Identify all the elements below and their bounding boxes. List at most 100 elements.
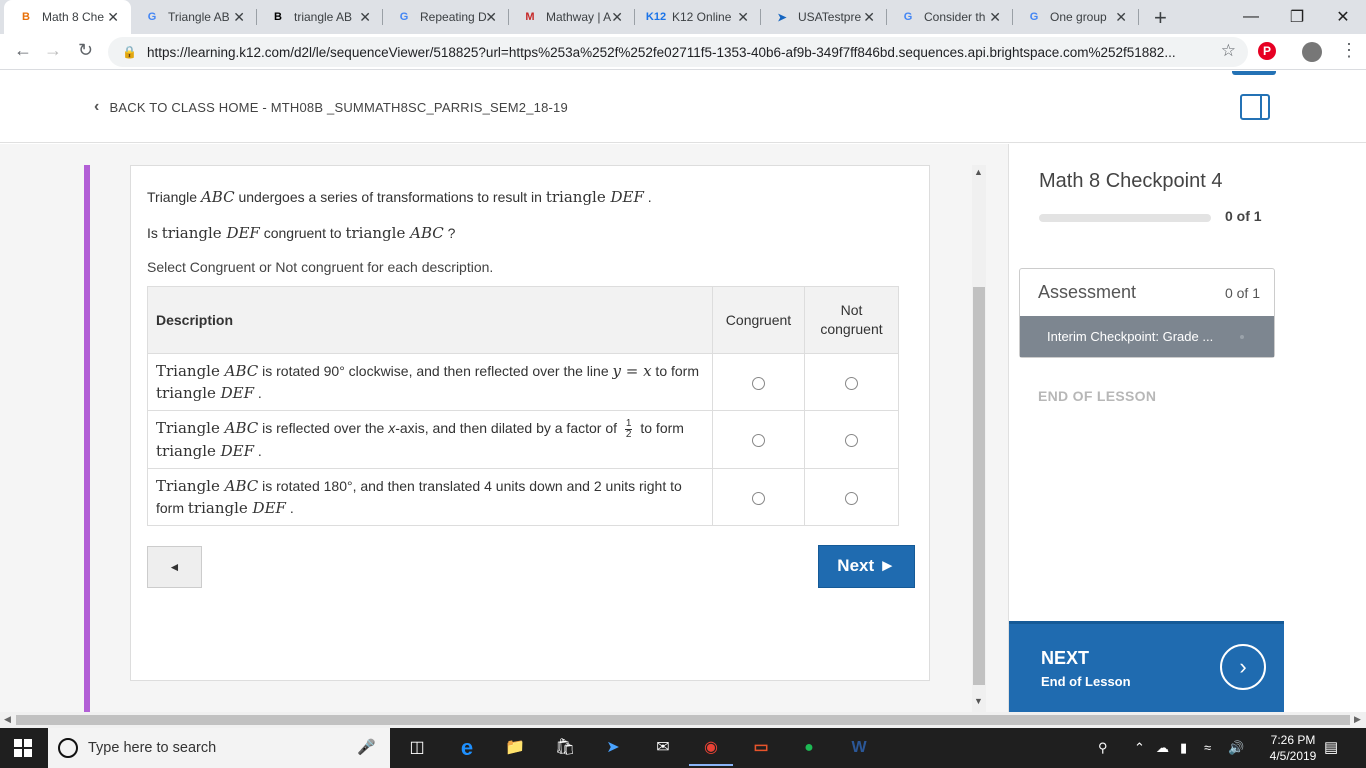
tab-title: Math 8 Che — [42, 10, 105, 24]
browser-tab[interactable]: M Mathway | A ✕ — [508, 0, 635, 34]
browser-tab[interactable]: G Consider th ✕ — [886, 0, 1013, 34]
microphone-icon[interactable]: 🎤 — [357, 738, 376, 756]
tab-separator — [1138, 9, 1139, 25]
previous-button[interactable]: ◄ — [147, 546, 202, 588]
brightspace-icon: B — [22, 11, 30, 23]
restore-button[interactable]: ❐ — [1274, 0, 1320, 34]
search-placeholder: Type here to search — [88, 740, 217, 756]
forward-arrow-icon[interactable]: → — [44, 40, 62, 61]
scroll-left-arrow-icon[interactable]: ◀ — [4, 714, 11, 725]
reload-icon[interactable]: ↻ — [78, 40, 93, 61]
chrome-icon[interactable]: ◉ — [689, 736, 733, 766]
cortana-icon — [58, 738, 78, 758]
bookmark-star-icon[interactable]: ☆ — [1221, 41, 1236, 61]
google-icon: G — [399, 11, 409, 23]
close-tab-icon[interactable]: ✕ — [863, 9, 875, 26]
browser-tab[interactable]: G One group ✕ — [1012, 0, 1139, 34]
radio-not-congruent-row3[interactable] — [845, 491, 858, 505]
lock-icon: 🔒 — [122, 45, 137, 59]
profile-avatar[interactable] — [1302, 42, 1322, 62]
power-automate-icon[interactable]: ➤ — [600, 736, 626, 760]
radio-congruent-row2[interactable] — [752, 434, 765, 448]
windows-start-icon[interactable] — [14, 739, 32, 757]
radio-not-congruent-row1[interactable] — [845, 376, 858, 390]
office-icon[interactable]: ▭ — [748, 736, 774, 760]
browser-tab[interactable]: ➤ USATestpre ✕ — [760, 0, 887, 34]
close-tab-icon[interactable]: ✕ — [737, 9, 749, 26]
content-scroll-thumb[interactable] — [973, 287, 985, 685]
assessment-item-interim-checkpoint[interactable]: Interim Checkpoint: Grade ... — [1020, 316, 1274, 357]
k12-icon: K12 — [645, 11, 667, 23]
new-tab-button[interactable]: + — [1154, 5, 1167, 31]
onedrive-icon[interactable]: ☁ — [1156, 740, 1169, 756]
chevron-right-circle-icon: › — [1220, 644, 1266, 690]
system-clock[interactable]: 7:26 PM 4/5/2019 — [1268, 732, 1318, 764]
windows-taskbar: Type here to search 🎤 ◫ e 📁 🛍 ➤ ✉ ◉ ▭ ● … — [0, 728, 1366, 768]
table-header-row: Description Congruent Not congruent — [147, 286, 899, 354]
next-end-of-lesson-button[interactable]: NEXT End of Lesson › — [1009, 621, 1284, 712]
close-tab-icon[interactable]: ✕ — [107, 9, 119, 26]
panel-toggle-icon[interactable] — [1240, 94, 1270, 120]
close-tab-icon[interactable]: ✕ — [359, 9, 371, 26]
close-tab-icon[interactable]: ✕ — [989, 9, 1001, 26]
task-view-icon[interactable]: ◫ — [404, 736, 430, 760]
address-bar[interactable]: 🔒 https://learning.k12.com/d2l/le/sequen… — [108, 37, 1248, 67]
question-subprompt: Is triangle DEF congruent to triangle AB… — [147, 224, 456, 242]
back-arrow-icon[interactable]: ← — [14, 40, 32, 61]
horizontal-scroll-thumb[interactable] — [16, 715, 1350, 725]
minimize-button[interactable]: — — [1228, 0, 1274, 34]
next-button[interactable]: Next ► — [818, 545, 915, 588]
tab-title: Repeating D — [420, 10, 487, 24]
close-tab-icon[interactable]: ✕ — [233, 9, 245, 26]
close-tab-icon[interactable]: ✕ — [1115, 9, 1127, 26]
lesson-sidebar: Math 8 Checkpoint 4 0 of 1 Assessment 0 … — [1008, 144, 1366, 712]
tab-title: triangle AB — [294, 10, 353, 24]
scroll-down-arrow-icon[interactable]: ▼ — [974, 696, 983, 706]
radio-congruent-row3[interactable] — [752, 491, 765, 505]
spotify-icon[interactable]: ● — [796, 736, 822, 760]
mathway-icon: M — [525, 11, 535, 23]
cursor-icon: ➤ — [777, 11, 787, 24]
battery-icon[interactable]: ▮ — [1180, 740, 1187, 756]
browser-tab[interactable]: G Triangle AB ✕ — [130, 0, 257, 34]
people-icon[interactable]: ⚲ — [1098, 740, 1108, 756]
file-explorer-icon[interactable]: 📁 — [502, 736, 528, 760]
browser-tab[interactable]: Btriangle AB ✕ — [256, 0, 383, 34]
scroll-up-arrow-icon[interactable]: ▲ — [974, 167, 983, 177]
browser-tab[interactable]: K12 K12 Online ✕ — [634, 0, 761, 34]
radio-congruent-row1[interactable] — [752, 376, 765, 390]
browser-tab[interactable]: B Math 8 Che ✕ — [4, 0, 131, 34]
edge-icon[interactable]: e — [454, 736, 480, 760]
assessment-module[interactable]: Assessment 0 of 1 Interim Checkpoint: Gr… — [1019, 268, 1275, 358]
url-text: https://learning.k12.com/d2l/le/sequence… — [146, 44, 1176, 60]
brainly-icon: B — [274, 11, 282, 23]
browser-menu-icon[interactable]: ⋮ — [1340, 40, 1358, 61]
tab-title: USATestpre — [798, 10, 862, 24]
close-window-button[interactable]: ✕ — [1320, 0, 1366, 34]
pinterest-extension-icon[interactable]: P — [1258, 42, 1276, 60]
table-row: Triangle ABC is rotated 180°, and then t… — [147, 467, 899, 526]
google-icon: G — [1029, 11, 1039, 23]
fraction: 12 — [624, 417, 633, 440]
notification-icon[interactable]: ▤ — [1324, 738, 1338, 756]
back-to-class-label: BACK TO CLASS HOME - MTH08B _SUMMATH8SC_… — [109, 99, 568, 115]
back-to-class-link[interactable]: ‹ BACK TO CLASS HOME - MTH08B _SUMMATH8S… — [94, 98, 568, 116]
radio-not-congruent-row2[interactable] — [845, 434, 858, 448]
show-hidden-icons[interactable]: ⌃ — [1134, 740, 1145, 756]
store-icon[interactable]: 🛍 — [552, 736, 578, 760]
close-tab-icon[interactable]: ✕ — [611, 9, 623, 26]
mail-icon[interactable]: ✉ — [650, 736, 676, 760]
end-of-lesson-label: END OF LESSON — [1038, 388, 1157, 404]
taskbar-search-box[interactable]: Type here to search 🎤 — [48, 728, 390, 768]
word-icon[interactable]: W — [846, 736, 872, 760]
page-header: ‹ BACK TO CLASS HOME - MTH08B _SUMMATH8S… — [0, 71, 1366, 143]
scroll-right-arrow-icon[interactable]: ▶ — [1354, 714, 1361, 725]
google-icon: G — [147, 11, 157, 23]
volume-icon[interactable]: 🔊 — [1228, 740, 1244, 756]
question-instruction: Select Congruent or Not congruent for ea… — [147, 259, 494, 275]
browser-tab[interactable]: G Repeating D ✕ — [382, 0, 509, 34]
col-congruent: Congruent — [712, 286, 805, 354]
horizontal-scrollbar[interactable]: ◀ ▶ — [0, 712, 1366, 728]
close-tab-icon[interactable]: ✕ — [485, 9, 497, 26]
wifi-icon[interactable]: ≈ — [1204, 740, 1211, 755]
